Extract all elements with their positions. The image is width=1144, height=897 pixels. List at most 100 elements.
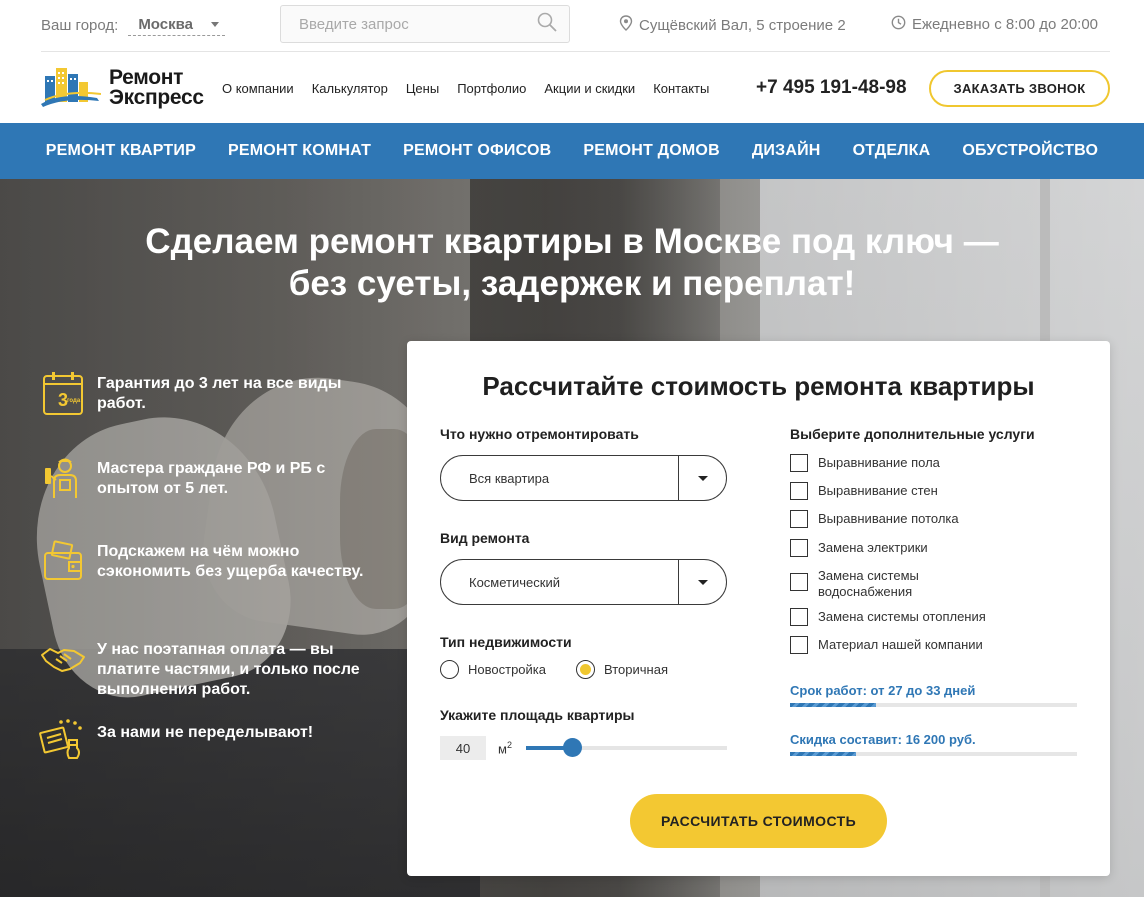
calendar-guarantee-icon: 3 года: [37, 367, 89, 419]
logo[interactable]: Ремонт Экспресс: [41, 64, 204, 113]
advantage-text: За нами не переделывают!: [97, 724, 314, 741]
checkbox-label: Выравнивание пола: [818, 455, 940, 470]
extra-water-supply[interactable]: Замена системы водоснабжения: [790, 567, 1050, 600]
radio-circle-checked[interactable]: [576, 660, 595, 679]
hero-title-line-2: без суеты, задержек и переплат!: [288, 264, 856, 303]
chevron-down-icon[interactable]: [678, 560, 726, 604]
repair-kind-value: Косметический: [469, 574, 560, 590]
calculate-cost-button[interactable]: РАССЧИТАТЬ СТОИМОСТЬ: [630, 794, 887, 848]
area-slider[interactable]: [526, 738, 727, 757]
nav-prices[interactable]: Цены: [406, 81, 439, 96]
checkbox[interactable]: [790, 482, 808, 500]
address-text: Сущёвский Вал, 5 строение 2: [639, 16, 846, 34]
city-select[interactable]: Москва: [128, 16, 225, 36]
radio-secondary[interactable]: Вторичная: [576, 660, 668, 679]
logo-line-1: Ремонт: [109, 66, 184, 89]
area-slider-handle[interactable]: [563, 738, 583, 757]
radio-new-building[interactable]: Новостройка: [440, 660, 546, 679]
certificate-stars-icon: [37, 716, 89, 768]
checkbox[interactable]: [790, 608, 808, 626]
mainnav-apartments[interactable]: РЕМОНТ КВАРТИР: [46, 142, 196, 160]
mainnav-design[interactable]: ДИЗАЙН: [752, 142, 821, 160]
mainnav-finishing[interactable]: ОТДЕЛКА: [853, 142, 931, 160]
calculator-card: Рассчитайте стоимость ремонта квартиры Ч…: [407, 341, 1110, 876]
checkbox[interactable]: [790, 510, 808, 528]
repair-kind-label: Вид ремонта: [440, 530, 530, 546]
checkbox[interactable]: [790, 636, 808, 654]
search-icon[interactable]: [537, 12, 557, 36]
checkbox-label: Замена электрики: [818, 540, 928, 555]
checkbox[interactable]: [790, 454, 808, 472]
chevron-down-icon[interactable]: [678, 456, 726, 500]
chevron-down-icon: [211, 21, 219, 27]
advantage-text: У нас поэтапная оплата — вы платите част…: [97, 641, 360, 698]
repair-target-select[interactable]: Вся квартира: [440, 455, 727, 501]
mainnav-offices[interactable]: РЕМОНТ ОФИСОВ: [403, 142, 551, 160]
order-callback-button[interactable]: ЗАКАЗАТЬ ЗВОНОК: [929, 70, 1110, 107]
term-progress: [790, 703, 1077, 707]
term-progress-fill: [790, 703, 877, 707]
worker-icon: [37, 452, 89, 504]
address: Сущёвский Вал, 5 строение 2: [619, 15, 846, 35]
radio-circle[interactable]: [440, 660, 459, 679]
repair-kind-select[interactable]: Косметический: [440, 559, 727, 605]
advantage-item: Подскажем на чём можно сэкономить без ущ…: [37, 535, 377, 587]
extra-floor-leveling[interactable]: Выравнивание пола: [790, 454, 1050, 472]
nav-contacts[interactable]: Контакты: [653, 81, 709, 96]
checkbox-label: Выравнивание стен: [818, 483, 938, 498]
extra-company-material[interactable]: Материал нашей компании: [790, 636, 1050, 654]
nav-portfolio[interactable]: Портфолио: [457, 81, 526, 96]
advantage-text: Мастера граждане РФ и РБ с опытом от 5 л…: [97, 460, 326, 497]
main-nav: РЕМОНТ КВАРТИР РЕМОНТ КОМНАТ РЕМОНТ ОФИС…: [0, 123, 1144, 179]
advantage-text: Гарантия до 3 лет на все виды работ.: [97, 375, 342, 412]
hero-title-line-1: Сделаем ремонт квартиры в Москве под клю…: [145, 222, 999, 261]
city-value: Москва: [138, 15, 193, 33]
checkbox-label: Материал нашей компании: [818, 637, 983, 652]
advantage-text: Подскажем на чём можно сэкономить без ущ…: [97, 543, 364, 580]
extra-electrics[interactable]: Замена электрики: [790, 539, 1050, 557]
search-input[interactable]: [299, 15, 537, 33]
mainnav-rooms[interactable]: РЕМОНТ КОМНАТ: [228, 142, 371, 160]
checkbox-label: Замена системы отопления: [818, 609, 986, 624]
repair-target-value: Вся квартира: [469, 470, 550, 486]
area-value: 40: [455, 740, 471, 756]
logo-line-2: Экспресс: [109, 86, 204, 109]
phone-number[interactable]: +7 495 191-48-98: [756, 77, 907, 99]
location-pin-icon: [619, 15, 633, 35]
handshake-icon: [37, 633, 89, 685]
header: Ремонт Экспресс О компании Калькулятор Ц…: [41, 53, 1110, 123]
logo-text: Ремонт Экспресс: [109, 66, 204, 109]
discount-progress-fill: [790, 752, 856, 756]
advantage-item: За нами не переделывают!: [37, 716, 377, 768]
hours-text: Ежедневно с 8:00 до 20:00: [912, 16, 1099, 33]
extra-heating[interactable]: Замена системы отопления: [790, 608, 1050, 626]
mainnav-houses[interactable]: РЕМОНТ ДОМОВ: [583, 142, 719, 160]
city-label: Ваш город:: [41, 17, 119, 34]
checkbox[interactable]: [790, 573, 808, 591]
checkbox[interactable]: [790, 539, 808, 557]
area-unit: м2: [498, 740, 512, 757]
top-nav: О компании Калькулятор Цены Портфолио Ак…: [222, 81, 709, 96]
nav-promotions[interactable]: Акции и скидки: [544, 81, 635, 96]
extras-label: Выберите дополнительные услуги: [790, 426, 1035, 442]
nav-about[interactable]: О компании: [222, 81, 294, 96]
advantage-item: Мастера граждане РФ и РБ с опытом от 5 л…: [37, 452, 377, 504]
guarantee-years-unit: года: [67, 398, 81, 404]
mainnav-arrangement[interactable]: ОБУСТРОЙСТВО: [962, 142, 1098, 160]
logo-buildings-icon: [41, 64, 102, 113]
working-hours: Ежедневно с 8:00 до 20:00: [891, 15, 1098, 34]
property-type-label: Тип недвижимости: [440, 634, 572, 650]
advantage-item: У нас поэтапная оплата — вы платите част…: [37, 633, 377, 700]
extra-wall-leveling[interactable]: Выравнивание стен: [790, 482, 1050, 500]
checkbox-label: Замена системы водоснабжения: [818, 568, 919, 599]
discount-progress: [790, 752, 1077, 756]
advantage-item: 3 года Гарантия до 3 лет на все виды раб…: [37, 367, 377, 419]
hero-title: Сделаем ремонт квартиры в Москве под клю…: [0, 221, 1144, 305]
repair-target-label: Что нужно отремонтировать: [440, 426, 639, 442]
area-value-field[interactable]: 40: [440, 736, 486, 760]
checkbox-label: Выравнивание потолка: [818, 511, 959, 526]
extra-ceiling-leveling[interactable]: Выравнивание потолка: [790, 510, 1050, 528]
term-text: Срок работ: от 27 до 33 дней: [790, 683, 976, 698]
topbar: Ваш город: Москва Сущёвский Вал, 5 строе…: [41, 0, 1110, 52]
nav-calculator[interactable]: Калькулятор: [312, 81, 388, 96]
